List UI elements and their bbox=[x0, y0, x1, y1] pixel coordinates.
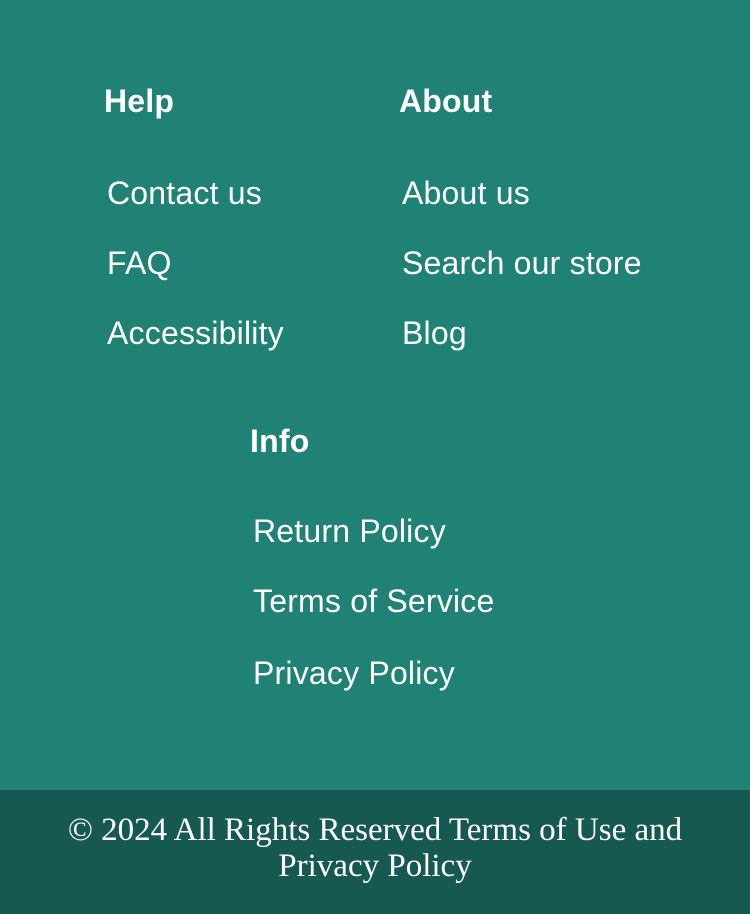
list-item: Accessibility bbox=[107, 312, 284, 354]
faq-link[interactable]: FAQ bbox=[107, 245, 172, 281]
search-store-link[interactable]: Search our store bbox=[402, 245, 642, 281]
return-policy-link[interactable]: Return Policy bbox=[253, 513, 446, 549]
list-item: Contact us bbox=[107, 172, 262, 214]
footer-column-about: About About us Search our store Blog bbox=[399, 80, 642, 351]
column-heading-about: About bbox=[399, 83, 493, 119]
accessibility-link[interactable]: Accessibility bbox=[107, 315, 284, 351]
copyright-text: © 2024 All Rights Reserved Terms of Use … bbox=[40, 812, 710, 884]
copyright-bar: © 2024 All Rights Reserved Terms of Use … bbox=[0, 790, 750, 914]
list-item: FAQ bbox=[107, 242, 172, 284]
blog-link[interactable]: Blog bbox=[402, 315, 467, 351]
about-us-link[interactable]: About us bbox=[402, 175, 530, 211]
list-item: Privacy Policy bbox=[253, 652, 455, 694]
copyright-privacy-policy-link[interactable]: Privacy Policy bbox=[278, 848, 471, 884]
list-item: Blog bbox=[402, 312, 467, 354]
footer-column-info: Info Return Policy Terms of Service Priv… bbox=[250, 420, 494, 691]
list-item: Search our store bbox=[402, 242, 642, 284]
terms-of-use-link[interactable]: Terms of Use bbox=[449, 812, 626, 848]
footer-column-help: Help Contact us FAQ Accessibility bbox=[104, 80, 284, 351]
site-footer: Help Contact us FAQ Accessibility About … bbox=[0, 0, 750, 790]
terms-of-service-link[interactable]: Terms of Service bbox=[253, 583, 494, 619]
copyright-notice: © 2024 All Rights Reserved bbox=[67, 812, 442, 848]
privacy-policy-link[interactable]: Privacy Policy bbox=[253, 655, 455, 691]
list-item: Terms of Service bbox=[253, 580, 494, 622]
list-item: Return Policy bbox=[253, 510, 446, 552]
contact-us-link[interactable]: Contact us bbox=[107, 175, 262, 211]
copyright-conjunction: and bbox=[634, 812, 683, 848]
column-heading-info: Info bbox=[250, 423, 310, 459]
list-item: About us bbox=[402, 172, 530, 214]
column-heading-help: Help bbox=[104, 83, 175, 119]
